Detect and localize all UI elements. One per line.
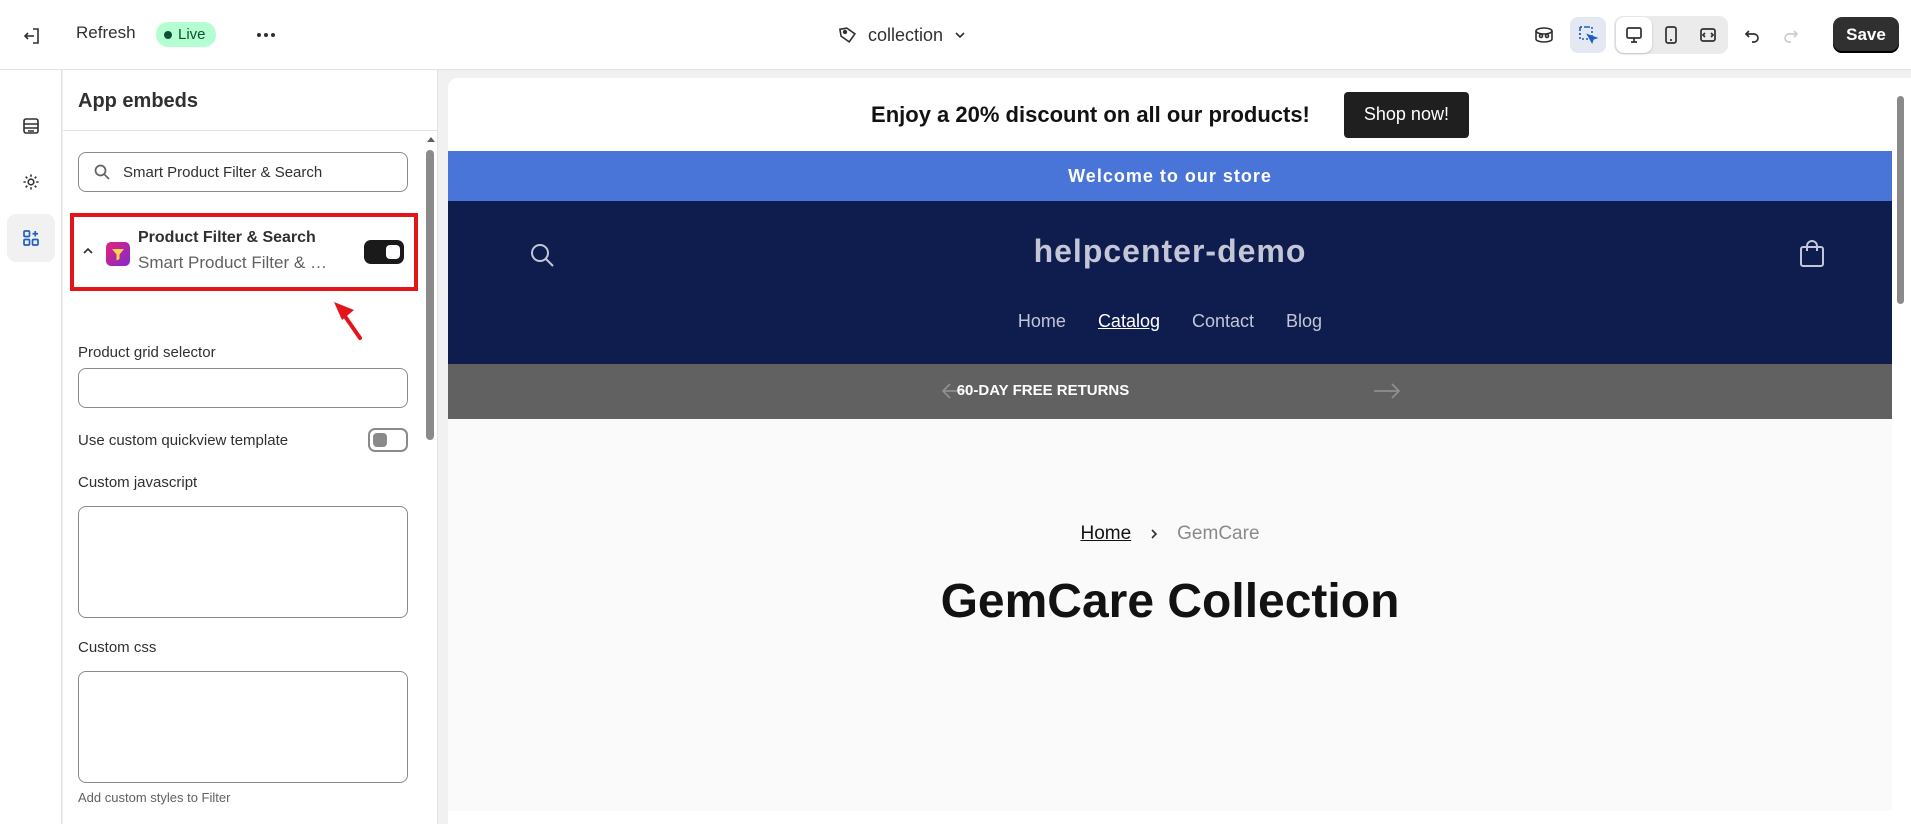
- nav-catalog[interactable]: Catalog: [1098, 311, 1160, 332]
- custom-js-label: Custom javascript: [78, 474, 198, 491]
- app-embeds-panel: App embeds Product Filter & Search Smart…: [63, 70, 438, 824]
- embed-subtitle: Smart Product Filter & Search: [138, 253, 338, 272]
- embed-name: Product Filter & Search: [138, 229, 316, 246]
- nav-blog[interactable]: Blog: [1286, 311, 1322, 332]
- arrow-right-icon[interactable]: [1372, 380, 1402, 402]
- store-header: helpcenter-demo Home Catalog Contact Blo…: [448, 201, 1892, 364]
- chevron-down-icon: [955, 32, 965, 39]
- inspector-select-icon[interactable]: [1570, 17, 1606, 53]
- collection-title: GemCare Collection: [940, 575, 1400, 628]
- grid-selector-label: Product grid selector: [78, 344, 216, 361]
- storefront-preview: Enjoy a 20% discount on all our products…: [448, 78, 1911, 824]
- theme-settings-gear-icon[interactable]: [7, 158, 55, 206]
- panel-title: App embeds: [78, 90, 199, 112]
- returns-bar: 60-DAY FREE RETURNS: [448, 364, 1892, 419]
- redo-icon[interactable]: [1773, 17, 1809, 53]
- promo-text: Enjoy a 20% discount on all our products…: [871, 101, 1310, 127]
- breadcrumb-current: GemCare: [1177, 523, 1260, 544]
- chevron-up-icon[interactable]: [81, 244, 95, 258]
- template-selector[interactable]: collection: [838, 20, 967, 50]
- theme-check-icon[interactable]: [1526, 17, 1562, 53]
- search-icon: [94, 164, 110, 180]
- preview-scrollbar[interactable]: [1896, 80, 1906, 824]
- custom-css-textarea[interactable]: [78, 671, 408, 783]
- custom-css-label: Custom css: [78, 639, 157, 656]
- refresh-button[interactable]: Refresh: [76, 23, 136, 43]
- shop-now-button[interactable]: Shop now!: [1343, 91, 1469, 138]
- custom-css-help: Add custom styles to Filter: [78, 790, 231, 805]
- live-badge-label: Live: [178, 26, 206, 43]
- store-name[interactable]: helpcenter-demo: [448, 233, 1892, 270]
- chevron-right-icon: [1151, 529, 1158, 539]
- sections-icon[interactable]: [7, 102, 55, 150]
- preview-scroll-thumb[interactable]: [1897, 96, 1904, 304]
- returns-text: 60-DAY FREE RETURNS: [956, 382, 1130, 399]
- collection-banner: Home GemCare GemCare Collection: [448, 419, 1892, 811]
- top-bar: Refresh Live collection Save: [0, 0, 1911, 70]
- fullscreen-view-icon[interactable]: [1690, 17, 1726, 53]
- viewport-switcher: [1614, 16, 1728, 54]
- red-arrow-icon: [334, 302, 362, 340]
- template-name: collection: [868, 24, 944, 45]
- filter-app-icon: [106, 242, 130, 266]
- app-embeds-icon[interactable]: [7, 214, 55, 262]
- announcement-bar: Welcome to our store: [448, 151, 1892, 201]
- promo-bar: Enjoy a 20% discount on all our products…: [448, 78, 1892, 151]
- live-dot-icon: [164, 30, 172, 39]
- undo-icon[interactable]: [1734, 17, 1770, 53]
- nav-contact[interactable]: Contact: [1192, 311, 1254, 332]
- search-input[interactable]: [123, 163, 383, 181]
- custom-js-textarea[interactable]: [78, 506, 408, 618]
- panel-divider: [63, 130, 437, 131]
- cart-icon[interactable]: [1798, 239, 1826, 269]
- panel-scroll-thumb[interactable]: [426, 150, 434, 440]
- grid-selector-input[interactable]: [78, 368, 408, 408]
- app-embed-search[interactable]: [78, 152, 408, 192]
- exit-icon[interactable]: [18, 22, 46, 50]
- quickview-label: Use custom quickview template: [78, 432, 289, 449]
- more-actions-icon[interactable]: [252, 22, 280, 48]
- desktop-view-icon[interactable]: [1616, 17, 1652, 53]
- tag-icon: [838, 27, 857, 44]
- breadcrumb-home[interactable]: Home: [1080, 523, 1131, 545]
- mobile-view-icon[interactable]: [1653, 17, 1689, 53]
- left-rail: [0, 70, 62, 824]
- store-nav: Home Catalog Contact Blog: [448, 311, 1892, 332]
- quickview-toggle[interactable]: [368, 428, 408, 452]
- embed-enable-toggle[interactable]: [364, 240, 404, 264]
- app-embed-item[interactable]: Product Filter & Search Smart Product Fi…: [70, 213, 418, 291]
- nav-home[interactable]: Home: [1018, 311, 1066, 332]
- save-button[interactable]: Save: [1833, 17, 1899, 53]
- live-badge: Live: [156, 22, 216, 47]
- breadcrumb: Home GemCare: [448, 523, 1892, 545]
